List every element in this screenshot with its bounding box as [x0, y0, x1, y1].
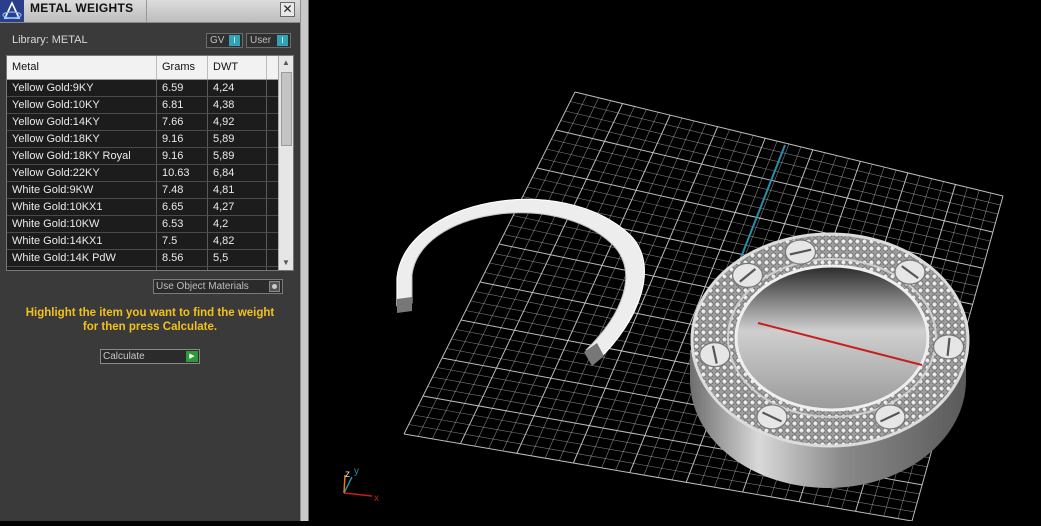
- grams-cell: 10.63: [157, 165, 208, 181]
- dwt-cell: 4,24: [208, 80, 267, 96]
- grams-cell: 9.16: [157, 131, 208, 147]
- viewport-canvas[interactable]: x y z: [309, 0, 1041, 522]
- gv-toggle-label: GV: [210, 35, 225, 46]
- grams-cell: 7.5: [157, 233, 208, 249]
- column-header-metal[interactable]: Metal: [7, 56, 157, 79]
- grams-cell: 6.53: [157, 216, 208, 232]
- toggle-knob-icon: I: [229, 35, 240, 46]
- instruction-line-2: for then press Calculate.: [82, 321, 218, 333]
- table-row[interactable]: Yellow Gold:18KY Royal 9.16 5,89: [7, 148, 279, 165]
- play-arrow-icon: ▶: [186, 351, 198, 362]
- table-scrollbar[interactable]: ▲ ▼: [278, 56, 293, 270]
- metal-cell: Yellow Gold:10KY: [7, 97, 157, 113]
- table-row[interactable]: Yellow Gold:9KY 6.59 4,24: [7, 80, 279, 97]
- toggle-knob-icon: I: [277, 35, 288, 46]
- grams-cell: 7.48: [157, 182, 208, 198]
- dwt-cell: 5,5: [208, 250, 267, 266]
- table-row[interactable]: Yellow Gold:14KY 7.66 4,92: [7, 114, 279, 131]
- grams-cell: 9.16: [157, 148, 208, 164]
- metal-cell: White Gold:14K PdW: [7, 250, 157, 266]
- table-row[interactable]: White Gold:10KW 6.53 4,2: [7, 216, 279, 233]
- metal-cell: Yellow Gold:14KY: [7, 114, 157, 130]
- table-row[interactable]: White Gold:14K PdW 8.56 5,5: [7, 250, 279, 267]
- calculate-button[interactable]: Calculate ▶: [100, 349, 200, 364]
- radio-icon[interactable]: [269, 281, 280, 292]
- scroll-up-icon[interactable]: ▲: [279, 56, 293, 70]
- gizmo-z-label: z: [345, 469, 350, 480]
- scroll-thumb[interactable]: [281, 72, 292, 146]
- scroll-down-icon[interactable]: ▼: [279, 256, 293, 270]
- app-logo-icon: [0, 0, 24, 22]
- metal-cell: White Gold:9KW: [7, 182, 157, 198]
- table-row[interactable]: Yellow Gold:22KY 10.63 6,84: [7, 165, 279, 182]
- column-header-dwt[interactable]: DWT: [208, 56, 267, 79]
- table-body: Yellow Gold:9KY 6.59 4,24 Yellow Gold:10KY 6…: [7, 80, 279, 270]
- dwt-cell: 4,2: [208, 216, 267, 232]
- metal-table: Metal Grams DWT Yellow Gold:9KY 6.59 4,24 Y…: [6, 55, 294, 271]
- open-band-model[interactable]: [396, 198, 645, 366]
- use-object-materials-label: Use Object Materials: [156, 281, 249, 292]
- instruction-line-1: Highlight the item you want to find the …: [25, 307, 275, 319]
- metal-weights-panel: METAL WEIGHTS ✕ Library: METAL GV I User…: [0, 0, 300, 521]
- table-row[interactable]: White Gold:10KX1 6.65 4,27: [7, 199, 279, 216]
- gizmo-x-label: x: [374, 493, 379, 504]
- grams-cell: 7.66: [157, 114, 208, 130]
- grams-cell: 9.05: [157, 267, 208, 270]
- grams-cell: 6.65: [157, 199, 208, 215]
- gv-toggle[interactable]: GV I: [206, 33, 243, 48]
- grams-cell: 6.59: [157, 80, 208, 96]
- dwt-cell: 5,89: [208, 148, 267, 164]
- dwt-cell: 4,27: [208, 199, 267, 215]
- gizmo-y-label: y: [354, 466, 359, 477]
- metal-cell: Yellow Gold:18KY Royal: [7, 148, 157, 164]
- metal-cell: Yellow Gold:22KY: [7, 165, 157, 181]
- metal-cell: White Gold:14KW: [7, 267, 157, 270]
- panel-splitter[interactable]: [300, 0, 309, 521]
- use-object-materials-option[interactable]: Use Object Materials: [153, 279, 283, 294]
- dwt-cell: 5,89: [208, 131, 267, 147]
- panel-title: METAL WEIGHTS: [30, 1, 134, 15]
- instruction-text: Highlight the item you want to find the …: [10, 306, 290, 334]
- metal-cell: Yellow Gold:18KY: [7, 131, 157, 147]
- dwt-cell: 6,84: [208, 165, 267, 181]
- dwt-cell: 4,87: [208, 267, 267, 270]
- axis-gizmo: x y z: [343, 466, 379, 504]
- metal-cell: White Gold:14KX1: [7, 233, 157, 249]
- table-row[interactable]: White Gold:14KW9.054,87: [7, 267, 279, 270]
- panel-titlebar[interactable]: METAL WEIGHTS ✕: [0, 0, 300, 23]
- metal-cell: Yellow Gold:9KY: [7, 80, 157, 96]
- dwt-cell: 4,38: [208, 97, 267, 113]
- column-header-grams[interactable]: Grams: [157, 56, 208, 79]
- library-label: Library: METAL: [12, 34, 88, 46]
- titlebar-divider: [146, 0, 147, 22]
- table-row[interactable]: Yellow Gold:10KY 6.81 4,38: [7, 97, 279, 114]
- user-toggle-label: User: [250, 35, 272, 46]
- calculate-label: Calculate: [103, 351, 145, 362]
- table-row[interactable]: Yellow Gold:18KY 9.16 5,89: [7, 131, 279, 148]
- dwt-cell: 4,92: [208, 114, 267, 130]
- 3d-viewport[interactable]: x y z: [309, 0, 1041, 522]
- table-header: Metal Grams DWT: [7, 56, 279, 80]
- grams-cell: 6.81: [157, 97, 208, 113]
- dwt-cell: 4,81: [208, 182, 267, 198]
- dwt-cell: 4,82: [208, 233, 267, 249]
- pave-ring-model[interactable]: [690, 232, 970, 488]
- metal-cell: White Gold:10KX1: [7, 199, 157, 215]
- grams-cell: 8.56: [157, 250, 208, 266]
- table-row[interactable]: White Gold:14KX1 7.5 4,82: [7, 233, 279, 250]
- metal-cell: White Gold:10KW: [7, 216, 157, 232]
- table-row[interactable]: White Gold:9KW 7.48 4,81: [7, 182, 279, 199]
- user-toggle[interactable]: User I: [246, 33, 291, 48]
- close-icon[interactable]: ✕: [280, 2, 295, 17]
